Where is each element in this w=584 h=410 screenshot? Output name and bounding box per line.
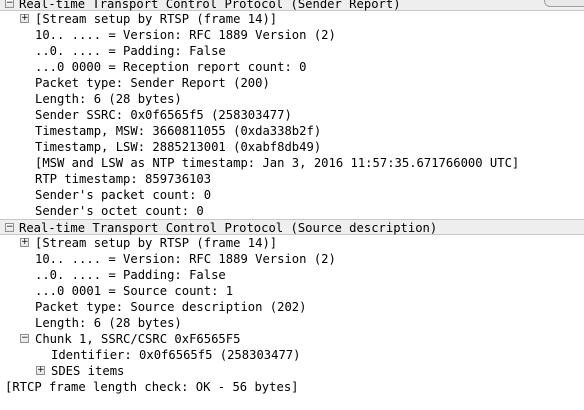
- tree-row-version[interactable]: 10.. .... = Version: RFC 1889 Version (2…: [0, 27, 584, 43]
- tree-row-version[interactable]: 10.. .... = Version: RFC 1889 Version (2…: [0, 251, 584, 267]
- tree-row-stream-setup[interactable]: + [Stream setup by RTSP (frame 14)]: [0, 235, 584, 251]
- tree-row-packet-type[interactable]: Packet type: Source description (202): [0, 299, 584, 315]
- identifier-field: Identifier: 0x0f6565f5 (258303477): [51, 348, 301, 362]
- source-count-field: ...0 0001 = Source count: 1: [35, 284, 234, 298]
- tree-row-length[interactable]: Length: 6 (28 bytes): [0, 315, 584, 331]
- collapse-toggle-icon[interactable]: −: [5, 0, 14, 8]
- tree-row-source-count[interactable]: ...0 0001 = Source count: 1: [0, 283, 584, 299]
- ntp-timestamp-field: [MSW and LSW as NTP timestamp: Jan 3, 20…: [35, 156, 520, 170]
- length-field: Length: 6 (28 bytes): [35, 92, 182, 106]
- stream-setup-label: [Stream setup by RTSP (frame 14)]: [35, 12, 278, 26]
- tree-row-padding[interactable]: ..0. .... = Padding: False: [0, 267, 584, 283]
- sender-octet-count-field: Sender's octet count: 0: [35, 204, 204, 218]
- chunk-label: Chunk 1, SSRC/CSRC 0xF6565F5: [35, 332, 241, 346]
- tree-row-timestamp-msw[interactable]: Timestamp, MSW: 3660811055 (0xda338b2f): [0, 123, 584, 139]
- packet-type-field: Packet type: Sender Report (200): [35, 76, 270, 90]
- tree-row-sdes-items[interactable]: + SDES items: [0, 363, 584, 379]
- rtcp-sender-report-header[interactable]: − Real-time Transport Control Protocol (…: [0, 0, 584, 11]
- tree-row-padding[interactable]: ..0. .... = Padding: False: [0, 43, 584, 59]
- packet-details-tree: − Real-time Transport Control Protocol (…: [0, 0, 584, 395]
- tree-row-sender-ssrc[interactable]: Sender SSRC: 0x0f6565f5 (258303477): [0, 107, 584, 123]
- packet-type-field: Packet type: Source description (202): [35, 300, 307, 314]
- tree-row-octet-count[interactable]: Sender's octet count: 0: [0, 203, 584, 219]
- padding-field: ..0. .... = Padding: False: [35, 44, 226, 58]
- tree-row-reception-count[interactable]: ...0 0000 = Reception report count: 0: [0, 59, 584, 75]
- expand-toggle-icon[interactable]: +: [36, 366, 45, 375]
- stream-setup-label: [Stream setup by RTSP (frame 14)]: [35, 236, 278, 250]
- version-field: 10.. .... = Version: RFC 1889 Version (2…: [35, 252, 336, 266]
- tree-row-length[interactable]: Length: 6 (28 bytes): [0, 91, 584, 107]
- tree-row-chunk[interactable]: − Chunk 1, SSRC/CSRC 0xF6565F5: [0, 331, 584, 347]
- tree-row-rtp-timestamp[interactable]: RTP timestamp: 859736103: [0, 171, 584, 187]
- expand-toggle-icon[interactable]: +: [20, 14, 29, 23]
- version-field: 10.. .... = Version: RFC 1889 Version (2…: [35, 28, 336, 42]
- tree-row-timestamp-lsw[interactable]: Timestamp, LSW: 2885213001 (0xabf8db49): [0, 139, 584, 155]
- frame-length-check-field: [RTCP frame length check: OK - 56 bytes]: [5, 380, 299, 394]
- sender-packet-count-field: Sender's packet count: 0: [35, 188, 212, 202]
- tree-row-identifier[interactable]: Identifier: 0x0f6565f5 (258303477): [0, 347, 584, 363]
- tree-row-packet-count[interactable]: Sender's packet count: 0: [0, 187, 584, 203]
- timestamp-msw-field: Timestamp, MSW: 3660811055 (0xda338b2f): [35, 124, 322, 138]
- padding-field: ..0. .... = Padding: False: [35, 268, 226, 282]
- collapse-toggle-icon[interactable]: −: [5, 223, 14, 232]
- rtp-timestamp-field: RTP timestamp: 859736103: [35, 172, 212, 186]
- reception-report-count-field: ...0 0000 = Reception report count: 0: [35, 60, 307, 74]
- rtcp-source-description-header[interactable]: − Real-time Transport Control Protocol (…: [0, 219, 584, 235]
- tree-row-ntp-timestamp[interactable]: [MSW and LSW as NTP timestamp: Jan 3, 20…: [0, 155, 584, 171]
- sender-ssrc-field: Sender SSRC: 0x0f6565f5 (258303477): [35, 108, 292, 122]
- scroll-indicator: [544, 0, 584, 7]
- collapse-toggle-icon[interactable]: −: [20, 334, 29, 343]
- sdes-items-label: SDES items: [51, 364, 125, 378]
- tree-row-frame-length-check[interactable]: [RTCP frame length check: OK - 56 bytes]: [0, 379, 584, 395]
- rtcp-source-description-title: Real-time Transport Control Protocol (So…: [19, 221, 438, 235]
- expand-toggle-icon[interactable]: +: [20, 238, 29, 247]
- tree-row-packet-type[interactable]: Packet type: Sender Report (200): [0, 75, 584, 91]
- length-field: Length: 6 (28 bytes): [35, 316, 182, 330]
- timestamp-lsw-field: Timestamp, LSW: 2885213001 (0xabf8db49): [35, 140, 322, 154]
- tree-row-stream-setup[interactable]: + [Stream setup by RTSP (frame 14)]: [0, 11, 584, 27]
